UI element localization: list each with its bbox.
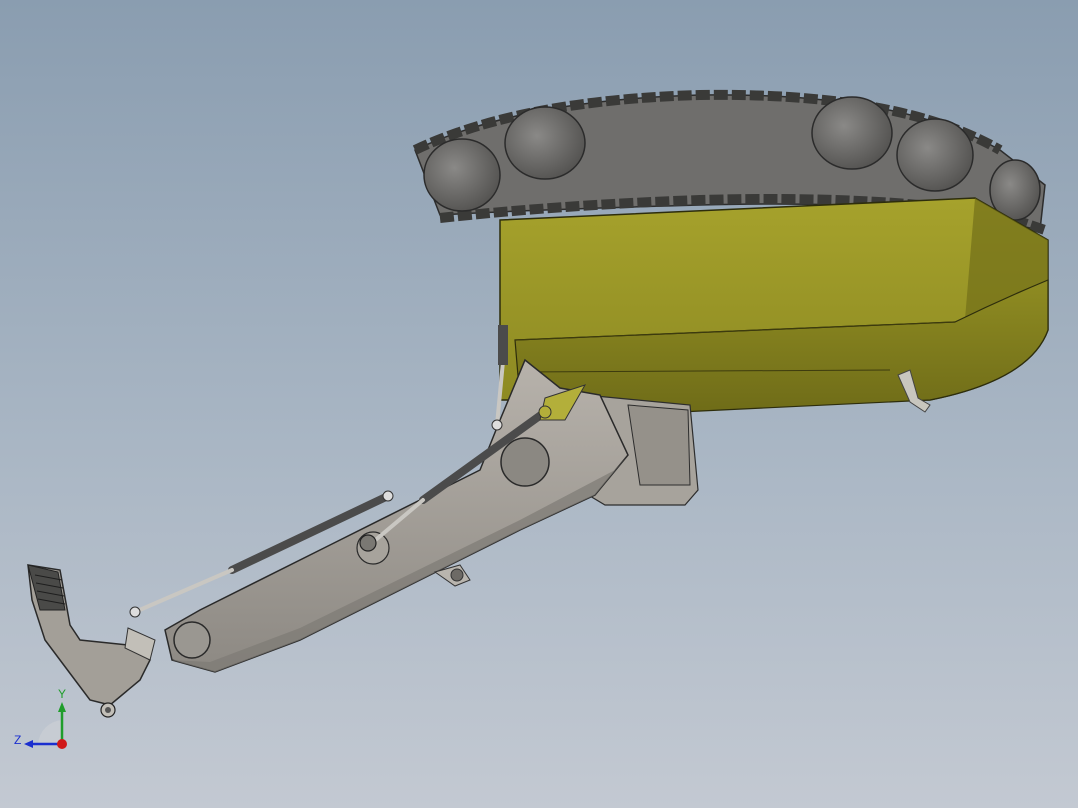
upper-body[interactable]: [499, 197, 1049, 413]
orientation-triad: Y Z: [14, 687, 67, 749]
boom-pivot: [500, 437, 550, 487]
excavator-model[interactable]: [0, 0, 1078, 808]
track-roller: [811, 96, 893, 170]
graphics-viewport[interactable]: Y Z: [0, 0, 1078, 808]
stick-pivot: [173, 621, 211, 659]
track-roller: [423, 138, 501, 212]
z-axis-label: Z: [14, 733, 21, 747]
track-roller: [504, 106, 586, 180]
y-axis-label: Y: [58, 687, 66, 701]
x-axis-dot: [57, 739, 67, 749]
track-roller: [896, 118, 974, 192]
